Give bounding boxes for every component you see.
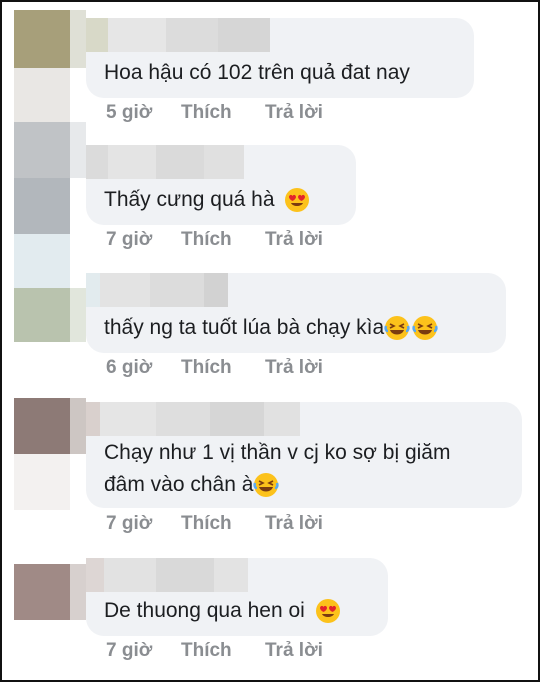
reply-button[interactable]: Trả lời [265, 229, 323, 251]
comment-text: De thuong qua hen oi [104, 595, 341, 627]
comment-bubble: Thấy cưng quá hà [86, 145, 356, 225]
comment-text: Hoa hậu có 102 trên quả đat nay [104, 61, 410, 84]
like-button[interactable]: Thích [181, 357, 265, 379]
heart-eyes-emoji-icon [315, 599, 340, 624]
comment-actions: 7 giờ Thích Trả lời [106, 640, 323, 662]
comment-time[interactable]: 5 giờ [106, 102, 181, 124]
comment-text: Thấy cưng quá hà [104, 184, 310, 216]
reply-button[interactable]: Trả lời [265, 102, 323, 124]
comment: Hoa hậu có 102 trên quả đat nay 5 giờ Th… [86, 18, 474, 123]
laughing-tears-emoji-icon [412, 316, 438, 341]
avatar [70, 10, 86, 68]
comment-bubble: De thuong qua hen oi [86, 558, 388, 636]
commenter-name-blurred[interactable] [86, 273, 228, 307]
comment-time[interactable]: 7 giờ [106, 229, 181, 251]
laughing-tears-emoji-icon [384, 316, 410, 341]
avatar [70, 564, 86, 620]
reply-button[interactable]: Trả lời [265, 513, 323, 535]
comment: De thuong qua hen oi 7 giờ Thích Trả lời [86, 558, 388, 661]
comment-bubble: thấy ng ta tuốt lúa bà chạy kìa [86, 273, 506, 353]
commenter-name-blurred[interactable] [86, 18, 270, 52]
commenter-name-blurred[interactable] [86, 558, 248, 592]
commenter-name-blurred[interactable] [86, 402, 300, 436]
commenter-name-blurred[interactable] [86, 145, 244, 179]
avatar [14, 234, 70, 288]
comment-text-line-1: Chạy như 1 vị thần v cj ko sợ bị giăm [104, 441, 451, 464]
avatar [70, 288, 86, 342]
avatar[interactable] [14, 288, 70, 342]
laughing-tears-emoji-icon [253, 473, 280, 498]
avatar[interactable] [14, 564, 70, 620]
comment-time[interactable]: 7 giờ [106, 513, 181, 535]
comment-text-line-2: đâm vào chân à [104, 469, 280, 501]
comment-actions: 6 giờ Thích Trả lời [106, 357, 323, 379]
comment-actions: 5 giờ Thích Trả lời [106, 102, 323, 124]
comment-actions: 7 giờ Thích Trả lời [106, 513, 323, 535]
avatar[interactable] [14, 398, 70, 454]
heart-eyes-emoji-icon [285, 188, 310, 213]
avatar [70, 398, 86, 454]
comment-text: thấy ng ta tuốt lúa bà chạy kìa [104, 312, 438, 344]
like-button[interactable]: Thích [181, 229, 265, 251]
like-button[interactable]: Thích [181, 102, 265, 124]
comment: Thấy cưng quá hà 7 giờ Thích Trả lời [86, 145, 356, 250]
avatar [14, 178, 70, 234]
like-button[interactable]: Thích [181, 513, 265, 535]
comment-bubble: Chạy như 1 vị thần v cj ko sợ bị giăm đâ… [86, 402, 522, 508]
reply-button[interactable]: Trả lời [265, 357, 323, 379]
comment-time[interactable]: 6 giờ [106, 357, 181, 379]
avatar [14, 454, 70, 510]
like-button[interactable]: Thích [181, 640, 265, 662]
comment-time[interactable]: 7 giờ [106, 640, 181, 662]
avatar[interactable] [14, 122, 70, 178]
reply-button[interactable]: Trả lời [265, 640, 323, 662]
avatar[interactable] [14, 10, 70, 68]
avatar [70, 122, 86, 178]
comment: Chạy như 1 vị thần v cj ko sợ bị giăm đâ… [86, 402, 522, 534]
comment-actions: 7 giờ Thích Trả lời [106, 229, 323, 251]
avatar [14, 68, 70, 122]
comment-bubble: Hoa hậu có 102 trên quả đat nay [86, 18, 474, 98]
comment: thấy ng ta tuốt lúa bà chạy kìa 6 giờ Th… [86, 273, 506, 378]
